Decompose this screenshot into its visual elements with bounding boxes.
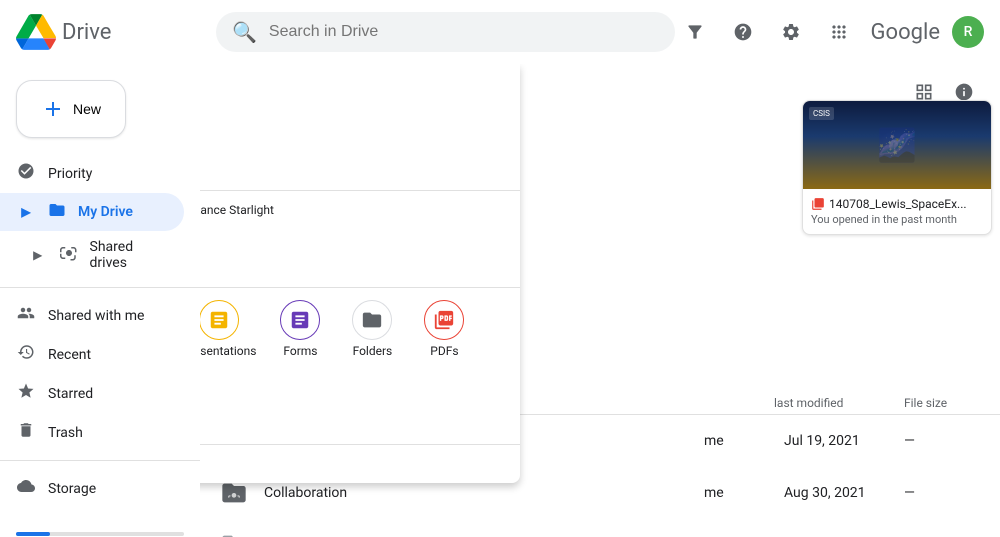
shared-drives-icon (60, 244, 78, 266)
people-section: R Rio Akasaka J Jane Matthews Lance Star… (200, 190, 520, 287)
sidebar-item-starred-label: Starred (48, 386, 93, 402)
sidebar-item-storage[interactable]: Storage (0, 469, 184, 508)
storage-area: 61.1 MB used (0, 516, 200, 537)
drive-logo-icon (16, 12, 56, 52)
sidebar-item-trash-label: Trash (48, 425, 83, 441)
settings-button[interactable] (771, 12, 811, 52)
help-button[interactable] (723, 12, 763, 52)
filetype-pdfs-label: PDFs (430, 344, 458, 358)
file-types-section: Documents Spreadsheets Presentations (200, 287, 520, 444)
apps-icon (829, 22, 849, 42)
file-modified-2022-planning: Jul 19, 2021 (784, 433, 904, 449)
storage-bar-background (16, 532, 184, 536)
my-drive-folder-icon (48, 201, 66, 223)
search-area: 🔍 (216, 12, 675, 52)
sidebar-item-my-drive[interactable]: ▶ My Drive (0, 193, 184, 231)
storage-icon (16, 477, 36, 500)
new-button-label: New (73, 101, 101, 117)
filetype-folders-label: Folders (353, 344, 393, 358)
search-input[interactable] (269, 23, 659, 41)
sidebar-item-shared-with-me-label: Shared with me (48, 308, 144, 324)
filetype-forms[interactable]: Forms (264, 292, 336, 366)
person-name-lance: Lance Starlight (200, 203, 274, 217)
search-dropdown: test space plans toy R Rio Akasaka (200, 64, 520, 483)
filter-icon (685, 22, 705, 42)
header-actions: Google R (675, 12, 984, 52)
logo-area: Drive (16, 12, 216, 52)
sidebar: New Priority ▶ My Drive ▶ (0, 64, 200, 537)
filetype-pdfs[interactable]: PDFs (408, 292, 480, 366)
grid-view-icon (914, 82, 934, 102)
sidebar-item-trash[interactable]: Trash (0, 413, 184, 452)
help-icon (733, 22, 753, 42)
info-icon (954, 82, 974, 102)
file-modified-collaboration: Aug 30, 2021 (784, 485, 904, 501)
shared-drives-expand-icon: ▶ (28, 248, 48, 262)
recent-icon (16, 343, 36, 366)
recent-card-subtitle: You opened in the past month (811, 213, 983, 226)
sidebar-item-shared-drives[interactable]: ▶ Shared drives (0, 231, 184, 279)
sidebar-divider-2 (0, 460, 200, 461)
sidebar-item-shared-drives-label: Shared drives (90, 239, 172, 271)
sidebar-item-priority-label: Priority (48, 166, 92, 182)
app-title: Drive (62, 20, 111, 45)
settings-icon (781, 22, 801, 42)
sidebar-item-recent-label: Recent (48, 347, 91, 363)
file-owner-collaboration: me (704, 485, 784, 501)
shared-with-me-icon (16, 304, 36, 327)
pdfs-icon (424, 300, 464, 340)
pdf-icon-small (811, 197, 825, 211)
sidebar-nav: Priority ▶ My Drive ▶ Shared drives (0, 154, 200, 537)
filetype-presentations-label: Presentations (200, 344, 256, 358)
person-lance[interactable]: Lance Starlight (200, 203, 274, 217)
new-button[interactable]: New (16, 80, 126, 138)
starred-icon (16, 382, 36, 405)
recent-card-body: 140708_Lewis_SpaceEx... You opened in th… (803, 189, 991, 234)
space-image-placeholder: 🌌 (877, 126, 917, 164)
presentations-icon (200, 300, 239, 340)
folders-icon (352, 300, 392, 340)
filetype-folders[interactable]: Folders (336, 292, 408, 366)
storage-bar-fill (16, 532, 50, 536)
recent-card-title: 140708_Lewis_SpaceEx... (811, 197, 983, 211)
search-box: 🔍 (216, 12, 675, 52)
search-history-item-toy[interactable]: toy (200, 148, 520, 190)
search-icon: 🔍 (232, 20, 257, 44)
sidebar-item-priority[interactable]: Priority (0, 154, 184, 193)
sidebar-item-my-drive-label: My Drive (78, 204, 133, 220)
priority-icon (16, 162, 36, 185)
file-name-collaboration: Collaboration (264, 485, 704, 501)
csis-badge: CSIS (809, 107, 834, 120)
file-owner-2022-planning: me (704, 433, 784, 449)
recent-file-card[interactable]: CSIS 🌌 140708_Lewis_SpaceEx... You opene… (802, 100, 992, 235)
sidebar-item-starred[interactable]: Starred (0, 374, 184, 413)
apps-button[interactable] (819, 12, 859, 52)
col-size-header: File size (904, 396, 984, 410)
sidebar-divider-1 (0, 287, 200, 288)
folder-icon-google-drive (216, 527, 252, 537)
main-layout: New Priority ▶ My Drive ▶ (0, 64, 1000, 537)
advanced-search-section: Advanced Search (200, 444, 520, 483)
filetype-presentations[interactable]: Presentations (200, 292, 264, 366)
file-size-collaboration: — (904, 485, 984, 501)
my-drive-expand-icon: ▶ (16, 205, 36, 219)
filter-options-button[interactable] (675, 12, 715, 52)
search-history-item-test[interactable]: test (200, 64, 520, 106)
col-modified-header: last modified (774, 396, 904, 410)
search-history-item-space-plans[interactable]: space plans (200, 106, 520, 148)
file-size-2022-planning: — (904, 433, 984, 449)
trash-icon (16, 421, 36, 444)
google-logo-text: Google (871, 20, 940, 45)
sidebar-item-recent[interactable]: Recent (0, 335, 184, 374)
forms-icon (280, 300, 320, 340)
sidebar-item-storage-label: Storage (48, 481, 96, 497)
plus-icon (41, 97, 65, 121)
user-avatar[interactable]: R (952, 16, 984, 48)
app-header: Drive 🔍 Google R (0, 0, 1000, 64)
content-area: test space plans toy R Rio Akasaka (200, 64, 1000, 537)
file-row-google-drive[interactable]: Google Drive (200, 519, 1000, 537)
sidebar-item-shared-with-me[interactable]: Shared with me (0, 296, 184, 335)
filetype-forms-label: Forms (283, 344, 317, 358)
